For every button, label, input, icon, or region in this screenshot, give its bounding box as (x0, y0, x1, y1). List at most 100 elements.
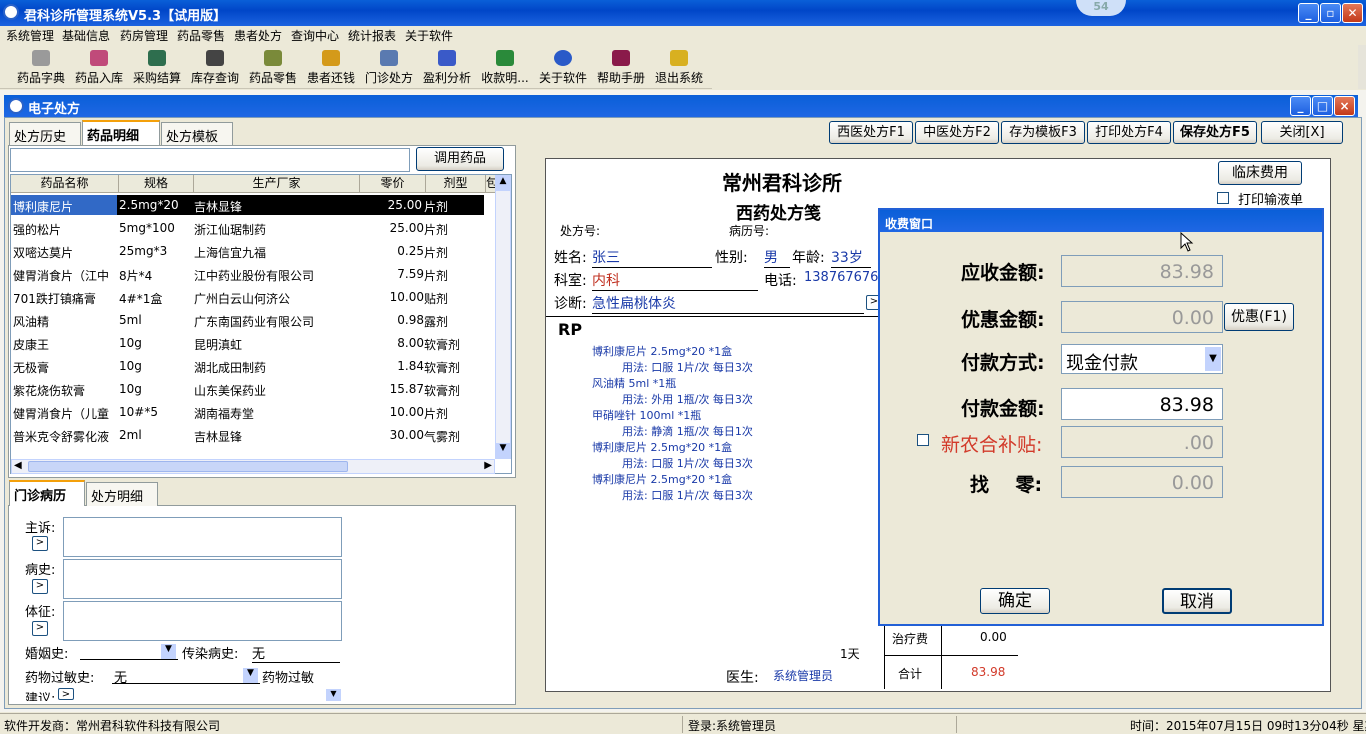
history-expand-button[interactable]: > (32, 579, 48, 594)
table-row[interactable]: 健胃消食片（江中 8片*4 江中药业股份有限公司 7.59 片剂 (11, 263, 493, 286)
tab-drug-detail[interactable]: 药品明细 (82, 120, 160, 146)
advice-expand-button[interactable]: > (58, 688, 74, 700)
marital-select[interactable]: ▼ (80, 643, 178, 660)
child-close-button[interactable]: × (1334, 96, 1355, 116)
toolbar-purchase-settlement[interactable]: 采购结算 (130, 48, 184, 88)
drug-search-input[interactable] (10, 148, 410, 172)
lower-scroll-down[interactable]: ▼ (326, 689, 341, 701)
toolbar-help-manual[interactable]: 帮助手册 (594, 48, 648, 88)
allergy-label: 药物过敏史: (25, 671, 95, 686)
rx-drug-line: 甲硝唑针 100ml *1瓶 (592, 409, 702, 422)
toolbar-drug-inbound[interactable]: 药品入库 (72, 48, 126, 88)
grid-horizontal-scrollbar[interactable]: ◀ ▶ (11, 459, 495, 474)
complaint-expand-button[interactable]: > (32, 536, 48, 551)
toolbar-outpatient-rx[interactable]: 门诊处方 (362, 48, 416, 88)
complaint-label: 主诉: (25, 521, 56, 536)
tab-rx-template[interactable]: 处方模板 (161, 122, 233, 146)
bar-chart-icon (438, 50, 456, 66)
col-header-form[interactable]: 剂型 (426, 175, 486, 193)
col-header-maker[interactable]: 生产厂家 (194, 175, 360, 193)
table-cell: 上海信宜九福 (194, 246, 267, 260)
cancel-button[interactable]: 取消 (1162, 588, 1232, 614)
save-template-button[interactable]: 存为模板F3 (1001, 121, 1085, 144)
col-header-spec[interactable]: 规格 (119, 175, 194, 193)
confirm-button[interactable]: 确定 (980, 588, 1050, 614)
child-minimize-button[interactable]: _ (1290, 96, 1311, 116)
sign-field[interactable] (63, 601, 342, 641)
western-rx-button[interactable]: 西医处方F1 (829, 121, 913, 144)
scroll-right-arrow[interactable]: ▶ (484, 460, 492, 471)
table-row[interactable]: 博利康尼片 2.5mg*20 吉林显锋 25.00 片剂 (11, 194, 493, 217)
menu-prescription[interactable]: 患者处方 (234, 27, 282, 44)
save-rx-button[interactable]: 保存处方F5 (1173, 121, 1257, 144)
toolbar-exit[interactable]: 退出系统 (652, 48, 706, 88)
minimize-button[interactable]: _ (1298, 3, 1319, 23)
table-row[interactable]: 健胃消食片（儿童 10#*5 湖南福寿堂 10.00 片剂 (11, 401, 493, 424)
menu-reports[interactable]: 统计报表 (348, 27, 396, 44)
rx-usage-line: 用法: 口服 1片/次 每日3次 (622, 361, 753, 374)
paid-amount-field[interactable]: 83.98 (1061, 388, 1223, 420)
tab-rx-history[interactable]: 处方历史 (9, 122, 81, 146)
chinese-rx-button[interactable]: 中医处方F2 (915, 121, 999, 144)
scroll-down-arrow[interactable]: ▼ (496, 443, 510, 458)
table-row[interactable]: 普米克令舒雾化液 2ml 吉林显锋 30.00 气雾剂 (11, 424, 493, 447)
grid-vertical-scrollbar[interactable]: ▲ ▼ (495, 175, 511, 459)
toolbar-drug-dictionary[interactable]: 药品字典 (14, 48, 68, 88)
close-window-button[interactable]: 关闭[X] (1261, 121, 1343, 144)
history-field[interactable] (63, 559, 342, 599)
fee-col-divider (941, 621, 942, 689)
table-row[interactable]: 强的松片 5mg*100 浙江仙琚制药 25.00 片剂 (11, 217, 493, 240)
bed-fee-button[interactable]: 临床费用 (1218, 161, 1302, 185)
menu-query[interactable]: 查询中心 (291, 27, 339, 44)
col-header-name[interactable]: 药品名称 (11, 175, 119, 193)
table-cell: 露剂 (424, 315, 449, 329)
toolbar-stock-query[interactable]: 库存查询 (188, 48, 242, 88)
menu-basic-info[interactable]: 基础信息 (62, 27, 110, 44)
table-row[interactable]: 无极膏 10g 湖北成田制药 1.84 软膏剂 (11, 355, 493, 378)
scroll-left-arrow[interactable]: ◀ (14, 460, 22, 471)
toolbar-patient-repay[interactable]: 患者还钱 (304, 48, 358, 88)
infectious-value[interactable]: 无 (252, 643, 340, 663)
table-cell: 皮康王 (13, 338, 50, 352)
toolbar-drug-retail[interactable]: 药品零售 (246, 48, 300, 88)
diagnosis-value: 急性扁桃体炎 (592, 293, 864, 314)
child-maximize-button[interactable]: □ (1312, 96, 1333, 116)
scroll-up-arrow[interactable]: ▲ (496, 176, 510, 191)
table-row[interactable]: 风油精 5ml 广东南国药业有限公司 0.98 露剂 (11, 309, 493, 332)
call-drug-button[interactable]: 调用药品 (416, 147, 504, 171)
toolbar-about[interactable]: 关于软件 (536, 48, 590, 88)
menu-system[interactable]: 系统管理 (6, 27, 54, 44)
table-row[interactable]: 皮康王 10g 昆明滇虹 8.00 软膏剂 (11, 332, 493, 355)
toolbar-receipt-detail[interactable]: 收款明... (478, 48, 532, 88)
table-cell: 吉林显锋 (192, 195, 358, 215)
right-scrollbar[interactable] (1358, 45, 1366, 89)
close-button[interactable]: ✕ (1342, 3, 1363, 23)
table-row[interactable]: 紫花烧伤软膏 10g 山东美保药业 15.87 软膏剂 (11, 378, 493, 401)
table-cell: 10.00 (389, 405, 424, 419)
phone-label: 电话: (764, 273, 797, 289)
subsidy-checkbox[interactable] (917, 434, 929, 446)
discount-button[interactable]: 优惠(F1) (1224, 303, 1294, 331)
treatment-fee-value: 0.00 (980, 630, 1007, 644)
table-cell: 紫花烧伤软膏 (13, 384, 86, 398)
table-cell: 片剂 (422, 195, 484, 215)
tab-rx-detail[interactable]: 处方明细 (86, 482, 158, 506)
print-iv-checkbox[interactable] (1217, 192, 1229, 204)
complaint-field[interactable] (63, 517, 342, 557)
tab-outpatient-record[interactable]: 门诊病历 (9, 480, 85, 506)
menu-pharmacy[interactable]: 药房管理 (120, 27, 168, 44)
table-row[interactable]: 701跌打镇痛膏 4#*1盒 广州白云山何济公 10.00 贴剂 (11, 286, 493, 309)
sign-expand-button[interactable]: > (32, 621, 48, 636)
menu-about[interactable]: 关于软件 (405, 27, 453, 44)
pay-method-select[interactable]: 现金付款 ▼ (1061, 344, 1223, 374)
history-label: 病史: (25, 563, 56, 578)
restore-button[interactable]: ▫ (1320, 3, 1341, 23)
hscroll-thumb[interactable] (28, 461, 348, 472)
print-rx-button[interactable]: 打印处方F4 (1087, 121, 1171, 144)
allergy-select[interactable]: 无 ▼ (112, 667, 260, 686)
table-row[interactable]: 双嘧达莫片 25mg*3 上海信宜九福 0.25 片剂 (11, 240, 493, 263)
col-header-price[interactable]: 零价 (360, 175, 426, 193)
toolbar-profit-analysis[interactable]: 盈利分析 (420, 48, 474, 88)
table-cell: 吉林显锋 (194, 430, 243, 444)
menu-retail[interactable]: 药品零售 (177, 27, 225, 44)
